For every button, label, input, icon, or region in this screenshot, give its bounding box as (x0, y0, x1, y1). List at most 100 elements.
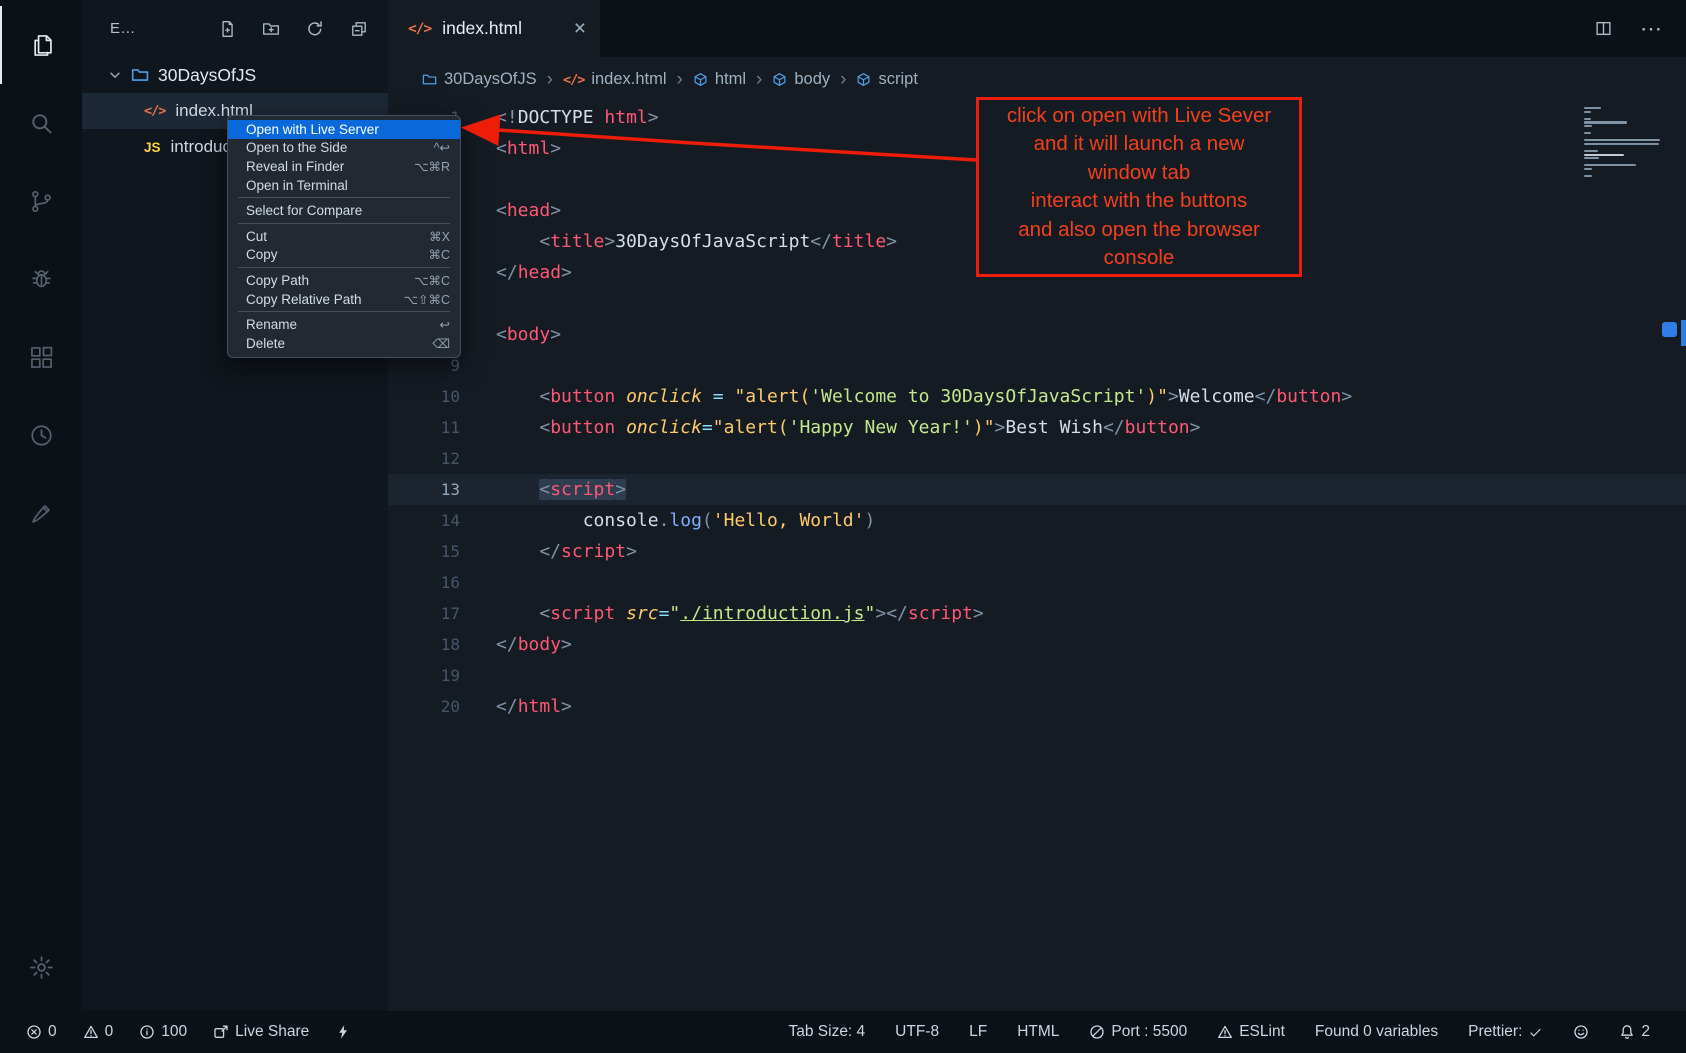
menu-item-open-with-live-server[interactable]: Open with Live Server (228, 120, 460, 139)
flash-icon (335, 1024, 351, 1040)
close-tab-icon[interactable]: × (574, 18, 586, 39)
status-prettier[interactable]: Prettier: (1468, 1023, 1543, 1041)
menu-separator (238, 197, 450, 198)
history-icon[interactable] (0, 396, 82, 474)
minimap-line (1584, 154, 1624, 156)
line-number: 20 (388, 691, 460, 722)
menu-item-delete[interactable]: Delete⌫ (228, 334, 460, 353)
menu-item-copy[interactable]: Copy⌘C (228, 246, 460, 265)
explorer-title: E… (110, 20, 136, 37)
code-line-14[interactable]: 14 console.log('Hello, World') (388, 505, 1686, 536)
breadcrumb-body[interactable]: body (772, 70, 830, 89)
explorer-icon[interactable] (0, 6, 82, 84)
status-info-count[interactable]: 100 (139, 1023, 187, 1041)
breadcrumb-separator-icon: › (547, 69, 553, 91)
smiley-icon (1573, 1024, 1589, 1040)
minimap-line (1584, 125, 1592, 127)
html-file-icon: </> (563, 72, 584, 88)
line-number: 16 (388, 567, 460, 598)
status-encoding[interactable]: UTF-8 (895, 1023, 939, 1041)
code-line-12[interactable]: 12 (388, 443, 1686, 474)
extensions-icon[interactable] (0, 318, 82, 396)
breadcrumb-30daysofjs[interactable]: 30DaysOfJS (422, 70, 537, 89)
html-file-icon: </> (144, 103, 165, 119)
menu-item-rename[interactable]: Rename↩ (228, 315, 460, 334)
search-icon[interactable] (0, 84, 82, 162)
minimap-line (1584, 143, 1659, 145)
menu-item-copy-relative-path[interactable]: Copy Relative Path⌥⇧⌘C (228, 290, 460, 309)
code-line-17[interactable]: 17 <script src="./introduction.js"></scr… (388, 598, 1686, 629)
breadcrumb-script[interactable]: script (856, 70, 917, 89)
code-line-16[interactable]: 16 (388, 567, 1686, 598)
menu-item-select-for-compare[interactable]: Select for Compare (228, 201, 460, 220)
split-editor-icon[interactable] (1595, 20, 1612, 37)
breadcrumb-html[interactable]: html (693, 70, 746, 89)
code-line-18[interactable]: 18</body> (388, 629, 1686, 660)
status-tab-size[interactable]: Tab Size: 4 (788, 1023, 865, 1041)
status-notifications[interactable]: 2 (1619, 1023, 1650, 1041)
refresh-icon[interactable] (306, 20, 324, 38)
status-port[interactable]: Port : 5500 (1089, 1023, 1187, 1041)
code-line-10[interactable]: 10 <button onclick = "alert('Welcome to … (388, 381, 1686, 412)
bell-icon (1619, 1024, 1635, 1040)
new-file-icon[interactable] (218, 20, 236, 38)
status-live-share[interactable]: Live Share (213, 1023, 309, 1041)
overview-ruler-marker (1681, 320, 1686, 346)
breadcrumb-separator-icon: › (840, 69, 846, 91)
menu-item-open-to-the-side[interactable]: Open to the Side^↩ (228, 139, 460, 158)
line-number: 12 (388, 443, 460, 474)
tab-index-html[interactable]: </> index.html × (388, 0, 600, 57)
context-menu: Open with Live ServerOpen to the Side^↩R… (227, 115, 461, 358)
code-line-20[interactable]: 20</html> (388, 691, 1686, 722)
menu-separator (238, 311, 450, 312)
status-eol[interactable]: LF (969, 1023, 987, 1041)
minimap-line (1584, 150, 1598, 152)
menu-item-reveal-in-finder[interactable]: Reveal in Finder⌥⌘R (228, 157, 460, 176)
more-actions-icon[interactable]: ⋯ (1640, 18, 1662, 40)
new-folder-icon[interactable] (262, 20, 280, 38)
menu-item-copy-path[interactable]: Copy Path⌥⌘C (228, 271, 460, 290)
code-line-11[interactable]: 11 <button onclick="alert('Happy New Yea… (388, 412, 1686, 443)
annotation-text: and also open the browser (979, 216, 1299, 245)
code-line-19[interactable]: 19 (388, 660, 1686, 691)
pen-icon[interactable] (0, 474, 82, 552)
status-lightning[interactable] (335, 1024, 351, 1040)
run-debug-icon[interactable] (0, 240, 82, 318)
folder-icon (131, 66, 149, 84)
annotation-text: and it will launch a new (979, 130, 1299, 159)
minimap-line (1584, 107, 1601, 109)
live-share-icon (213, 1024, 229, 1040)
code-line-8[interactable]: 8<body> (388, 319, 1686, 350)
tree-folder-30daysofjs[interactable]: 30DaysOfJS (82, 57, 388, 93)
status-feedback-smiley[interactable] (1573, 1024, 1589, 1040)
collapse-folders-icon[interactable] (350, 20, 368, 38)
warning-icon (1217, 1024, 1233, 1040)
code-line-7[interactable]: 7 (388, 288, 1686, 319)
activity-bar (0, 0, 82, 1011)
line-number: 13 (388, 474, 460, 505)
menu-item-open-in-terminal[interactable]: Open in Terminal (228, 176, 460, 195)
minimap-line (1584, 168, 1592, 170)
tab-bar: </> index.html × ⋯ (388, 0, 1686, 57)
annotation-box: click on open with Live Sever and it wil… (976, 97, 1302, 277)
menu-item-cut[interactable]: Cut⌘X (228, 227, 460, 246)
breadcrumb-index-html[interactable]: </>index.html (563, 70, 667, 89)
status-errors[interactable]: 0 (26, 1023, 57, 1041)
status-eslint[interactable]: ESLint (1217, 1023, 1285, 1041)
line-number: 19 (388, 660, 460, 691)
code-line-15[interactable]: 15 </script> (388, 536, 1686, 567)
settings-gear-icon[interactable] (0, 923, 82, 1011)
status-warnings[interactable]: 0 (83, 1023, 114, 1041)
source-control-icon[interactable] (0, 162, 82, 240)
status-language-mode[interactable]: HTML (1017, 1023, 1059, 1041)
scrollbar-marker[interactable] (1662, 322, 1677, 337)
line-number: 11 (388, 412, 460, 443)
code-line-13[interactable]: 13 <script> (388, 474, 1686, 505)
root-folder-label: 30DaysOfJS (158, 65, 256, 86)
minimap[interactable] (1584, 107, 1662, 177)
breadcrumb-separator-icon: › (677, 69, 683, 91)
code-line-9[interactable]: 9 (388, 350, 1686, 381)
status-variables[interactable]: Found 0 variables (1315, 1023, 1438, 1041)
menu-separator (238, 223, 450, 224)
js-file-icon: JS (144, 140, 161, 155)
